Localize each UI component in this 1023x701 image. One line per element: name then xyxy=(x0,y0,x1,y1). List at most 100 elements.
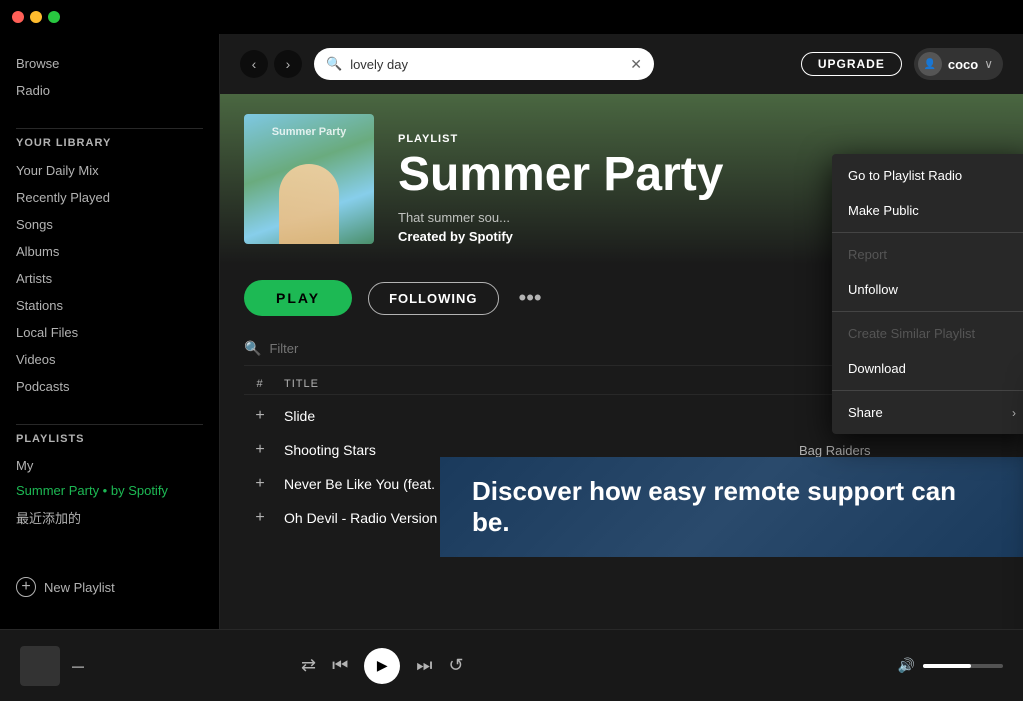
new-playlist-button[interactable]: + New Playlist xyxy=(0,561,219,613)
ctx-item-share[interactable]: Share › xyxy=(832,395,1023,430)
filter-icon: 🔍 xyxy=(244,340,261,357)
sidebar-playlist-recent[interactable]: 最近添加的 xyxy=(16,503,203,532)
add-icon[interactable]: + xyxy=(255,441,264,459)
song-artist: Bag Raiders xyxy=(799,443,999,458)
song-num: + xyxy=(244,441,276,459)
ctx-item-report: Report xyxy=(832,237,1023,272)
repeat-button[interactable]: ↺ xyxy=(448,655,463,676)
sidebar-item-stations[interactable]: Stations xyxy=(16,292,203,319)
ctx-divider-3 xyxy=(832,390,1023,391)
sidebar-item-daily-mix[interactable]: Your Daily Mix xyxy=(16,157,203,184)
sidebar-item-radio[interactable]: Radio xyxy=(16,77,203,104)
sidebar-item-local-files[interactable]: Local Files xyxy=(16,319,203,346)
your-library-section: YOUR LIBRARY Your Daily Mix Recently Pla… xyxy=(0,137,219,400)
banner: Discover how easy remote support can be. xyxy=(440,457,1023,557)
search-clear-icon[interactable]: ✕ xyxy=(630,56,642,73)
minimize-button[interactable] xyxy=(30,11,42,23)
more-options-button[interactable]: ••• xyxy=(515,285,546,311)
new-playlist-icon: + xyxy=(16,577,36,597)
ctx-item-download[interactable]: Download xyxy=(832,351,1023,386)
col-title-header: TITLE xyxy=(276,378,799,390)
navbar: ‹ › 🔍 ✕ UPGRADE 👤 coco ∨ xyxy=(220,34,1023,94)
nav-right: UPGRADE 👤 coco ∨ xyxy=(801,48,1003,80)
sidebar-item-albums[interactable]: Albums xyxy=(16,238,203,265)
now-playing-info: — xyxy=(72,659,84,673)
add-icon[interactable]: + xyxy=(255,509,264,527)
sidebar-playlist-my[interactable]: My xyxy=(16,453,203,478)
titlebar xyxy=(0,0,1023,34)
traffic-lights xyxy=(12,11,60,23)
cover-title-text: Summer Party xyxy=(244,126,374,138)
ctx-item-playlist-radio[interactable]: Go to Playlist Radio xyxy=(832,158,1023,193)
volume-area: 🔊 xyxy=(898,657,1003,674)
user-name: coco xyxy=(948,57,978,72)
sidebar-item-artists[interactable]: Artists xyxy=(16,265,203,292)
ctx-item-create-similar: Create Similar Playlist xyxy=(832,316,1023,351)
context-menu-main: Go to Playlist Radio Make Public Report … xyxy=(832,154,1023,434)
filter-input[interactable] xyxy=(269,341,445,356)
search-input[interactable] xyxy=(350,57,622,72)
playlist-meta: Created by Spotify xyxy=(398,229,723,244)
forward-button[interactable]: › xyxy=(274,50,302,78)
play-button[interactable]: PLAY xyxy=(244,280,352,316)
next-button[interactable]: ⏭ xyxy=(416,655,432,676)
now-playing-title: — xyxy=(72,659,84,673)
song-title: Slide xyxy=(276,408,799,424)
volume-fill xyxy=(923,664,971,668)
sidebar-nav: Browse Radio xyxy=(0,50,219,104)
cover-figure xyxy=(279,164,339,244)
sidebar-item-recently-played[interactable]: Recently Played xyxy=(16,184,203,211)
ctx-item-make-public[interactable]: Make Public xyxy=(832,193,1023,228)
back-button[interactable]: ‹ xyxy=(240,50,268,78)
sidebar-item-videos[interactable]: Videos xyxy=(16,346,203,373)
song-num: + xyxy=(244,475,276,493)
song-num: + xyxy=(244,407,276,425)
sidebar-divider-2 xyxy=(16,424,203,425)
close-button[interactable] xyxy=(12,11,24,23)
creator-name[interactable]: Spotify xyxy=(469,229,513,244)
sidebar-divider-1 xyxy=(16,128,203,129)
upgrade-button[interactable]: UPGRADE xyxy=(801,52,902,76)
new-playlist-label: New Playlist xyxy=(44,580,115,595)
playlists-section: PLAYLISTS My Summer Party • by Spotify 最… xyxy=(0,433,219,561)
playlist-cover: Summer Party xyxy=(244,114,374,244)
maximize-button[interactable] xyxy=(48,11,60,23)
sidebar-item-songs[interactable]: Songs xyxy=(16,211,203,238)
search-icon: 🔍 xyxy=(326,56,342,72)
ctx-divider xyxy=(832,232,1023,233)
player-left: — xyxy=(20,646,84,686)
chevron-right-icon: › xyxy=(1012,406,1016,420)
playlist-description: That summer sou... xyxy=(398,210,723,225)
user-area[interactable]: 👤 coco ∨ xyxy=(914,48,1003,80)
add-icon[interactable]: + xyxy=(255,475,264,493)
volume-slider[interactable] xyxy=(923,664,1003,668)
main-content: ‹ › 🔍 ✕ UPGRADE 👤 coco ∨ xyxy=(220,34,1023,629)
shuffle-button[interactable]: ⇄ xyxy=(301,655,316,676)
your-library-label: YOUR LIBRARY xyxy=(16,137,203,149)
col-num-header: # xyxy=(244,378,276,390)
song-title: Shooting Stars xyxy=(276,442,799,458)
app-body: Browse Radio YOUR LIBRARY Your Daily Mix… xyxy=(0,34,1023,629)
playlists-label: PLAYLISTS xyxy=(16,433,203,445)
created-by-label: Created by xyxy=(398,229,465,244)
sidebar-item-podcasts[interactable]: Podcasts xyxy=(16,373,203,400)
ctx-item-unfollow[interactable]: Unfollow xyxy=(832,272,1023,307)
player-controls: ⇄ ⏮ ▶ ⏭ ↺ xyxy=(301,648,464,684)
player-bar: — ⇄ ⏮ ▶ ⏭ ↺ 🔊 xyxy=(0,629,1023,701)
now-playing-art xyxy=(20,646,60,686)
player-play-button[interactable]: ▶ xyxy=(364,648,400,684)
sidebar-playlist-summer[interactable]: Summer Party • by Spotify xyxy=(16,478,203,503)
chevron-down-icon: ∨ xyxy=(984,57,993,71)
song-num: + xyxy=(244,509,276,527)
playlist-info: PLAYLIST Summer Party That summer sou...… xyxy=(398,114,723,244)
playlist-title: Summer Party xyxy=(398,149,723,202)
ctx-divider-2 xyxy=(832,311,1023,312)
playlist-type-label: PLAYLIST xyxy=(398,133,723,145)
prev-button[interactable]: ⏮ xyxy=(332,655,348,676)
following-button[interactable]: FOLLOWING xyxy=(368,282,498,315)
banner-text: Discover how easy remote support can be. xyxy=(472,476,991,538)
add-icon[interactable]: + xyxy=(255,407,264,425)
avatar: 👤 xyxy=(918,52,942,76)
sidebar: Browse Radio YOUR LIBRARY Your Daily Mix… xyxy=(0,34,220,629)
sidebar-item-browse[interactable]: Browse xyxy=(16,50,203,77)
